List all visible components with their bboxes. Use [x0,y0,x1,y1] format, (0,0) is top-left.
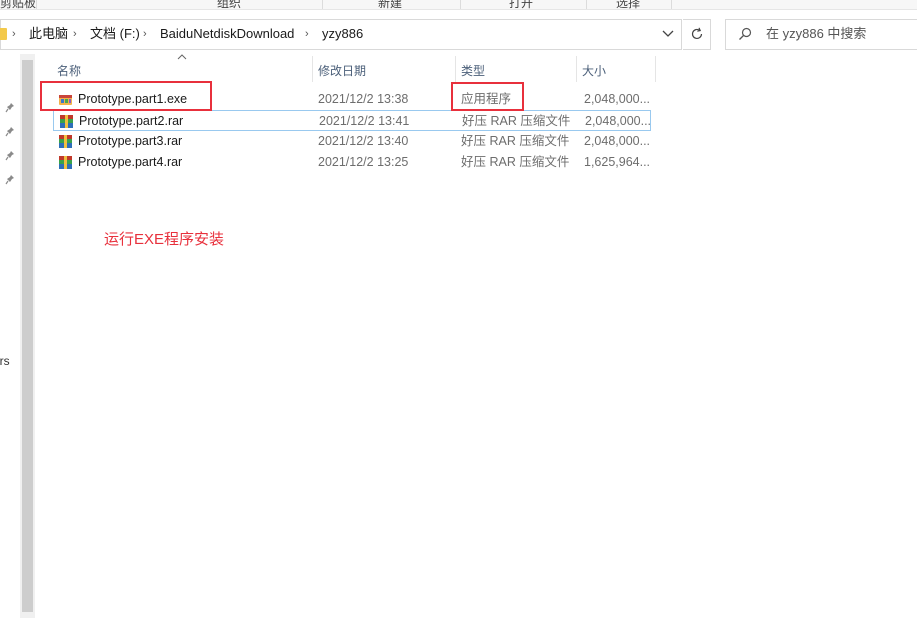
column-header-row: 名称 修改日期 类型 大小 [35,54,917,84]
column-divider[interactable] [655,56,656,82]
chevron-right-icon[interactable]: › [12,26,16,42]
ribbon-group-clipboard[interactable]: 剪贴板 [0,0,36,9]
search-icon [739,27,752,40]
file-date: 2021/12/2 13:40 [318,134,409,148]
chevron-right-icon[interactable]: › [305,26,309,42]
ribbon-divider [36,0,37,9]
breadcrumb-baidunetdiskdownload[interactable]: BaiduNetdiskDownload [160,26,294,42]
file-size: 2,048,000... [584,92,651,106]
pin-icon[interactable] [5,150,15,162]
ribbon-group-new[interactable]: 新建 [378,0,402,9]
ribbon-group-organize[interactable]: 组织 [217,0,241,9]
chevron-right-icon[interactable]: › [73,26,77,42]
chevron-right-icon[interactable]: › [143,26,147,42]
pin-icon[interactable] [5,102,15,114]
file-date: 2021/12/2 13:38 [318,92,409,106]
search-input[interactable]: 在 yzy886 中搜索 [766,26,866,42]
column-header-size[interactable]: 大小 [582,62,606,79]
file-date: 2021/12/2 13:41 [319,114,410,128]
address-bar[interactable]: › 此电脑 › 文档 (F:) › BaiduNetdiskDownload ›… [0,19,682,50]
column-header-name[interactable]: 名称 [57,62,81,79]
file-date: 2021/12/2 13:25 [318,155,409,169]
file-name[interactable]: Prototype.part4.rar [78,155,182,169]
file-row[interactable]: Prototype.part4.rar 2021/12/2 13:25 好压 R… [53,152,651,173]
search-box[interactable]: 在 yzy886 中搜索 [725,19,917,50]
refresh-icon [691,27,702,40]
file-row[interactable]: Prototype.part2.rar 2021/12/2 13:41 好压 R… [53,110,651,131]
address-row: › 此电脑 › 文档 (F:) › BaiduNetdiskDownload ›… [0,11,917,54]
rar-archive-icon [59,135,72,148]
ribbon-group-open[interactable]: 打开 [509,0,533,9]
ribbon-divider [322,0,323,9]
file-type: 好压 RAR 压缩文件 [462,114,571,128]
file-type: 好压 RAR 压缩文件 [461,134,570,148]
folder-icon [0,28,7,40]
nav-item-partial-label[interactable]: ers [0,354,10,368]
ribbon-group-select[interactable]: 选择 [616,0,640,9]
column-header-type[interactable]: 类型 [461,62,485,79]
file-size: 1,625,964... [584,155,651,169]
column-header-date[interactable]: 修改日期 [318,62,366,79]
file-name[interactable]: Prototype.part2.rar [79,114,183,128]
sort-ascending-icon [177,52,187,63]
chevron-down-icon [662,30,674,37]
rar-archive-icon [59,156,72,169]
refresh-button[interactable] [683,19,711,50]
nav-scrollbar-thumb[interactable] [22,60,33,612]
breadcrumb-drive-f[interactable]: 文档 (F:) [90,26,140,42]
file-row[interactable]: Prototype.part3.rar 2021/12/2 13:40 好压 R… [53,131,651,152]
annotation-note: 运行EXE程序安装 [104,231,225,248]
highlight-box-file-type [451,82,524,111]
breadcrumb-yzy886[interactable]: yzy886 [322,26,363,42]
address-history-dropdown[interactable] [660,26,676,44]
file-type: 好压 RAR 压缩文件 [461,155,570,169]
breadcrumb-this-pc[interactable]: 此电脑 [29,26,68,42]
column-divider[interactable] [576,56,577,82]
pin-icon[interactable] [5,174,15,186]
rar-archive-icon [60,115,73,128]
file-name[interactable]: Prototype.part3.rar [78,134,182,148]
ribbon-divider [671,0,672,9]
ribbon-divider [460,0,461,9]
file-size: 2,048,000... [584,134,651,148]
column-divider[interactable] [455,56,456,82]
ribbon-strip: 剪贴板 组织 新建 打开 选择 [0,0,917,10]
column-divider[interactable] [312,56,313,82]
ribbon-divider [586,0,587,9]
pin-icon[interactable] [5,126,15,138]
file-size: 2,048,000... [585,114,652,128]
highlight-box-exe-file [40,81,212,111]
